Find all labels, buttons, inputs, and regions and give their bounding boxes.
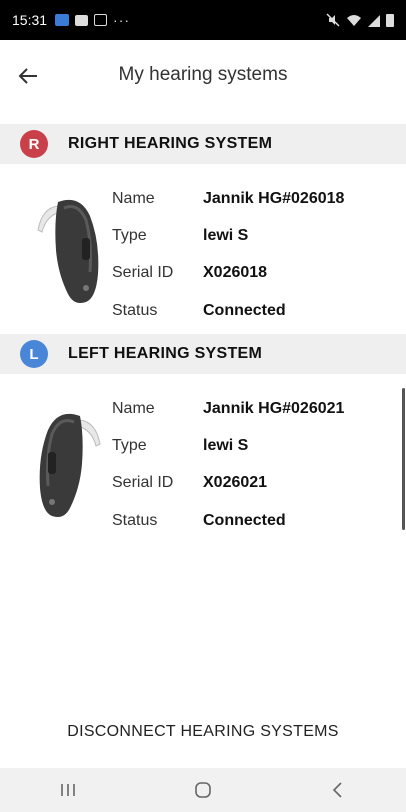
left-system-header: L LEFT HEARING SYSTEM [0,334,406,374]
right-name-label: Name [112,190,155,207]
home-button[interactable] [173,768,233,812]
disconnect-hearing-systems-button[interactable]: DISCONNECT HEARING SYSTEMS [0,712,406,752]
back-nav-button[interactable] [308,768,368,812]
left-serial-label: Serial ID [112,474,174,491]
left-status-row: Status Connected [112,512,402,534]
left-type-value: lewi S [203,437,249,454]
left-system-title: LEFT HEARING SYSTEM [68,345,263,362]
right-type-value: lewi S [203,227,249,244]
right-side-badge: R [20,130,48,158]
right-type-label: Type [112,227,147,244]
left-serial-value: X026021 [203,474,268,491]
left-side-badge: L [20,340,48,368]
app-icon [55,14,70,26]
wifi-icon [347,14,361,26]
mute-icon [326,13,340,27]
right-serial-value: X026018 [203,264,268,281]
status-time: 15:31 [12,12,48,28]
more-dots-icon: ··· [113,12,131,28]
signal-icon [368,14,380,27]
left-status-label: Status [112,512,158,529]
gallery-icon [94,14,108,26]
left-status-value: Connected [203,512,286,529]
left-name-row: Name Jannik HG#026021 [112,400,402,422]
left-type-label: Type [112,437,147,454]
hearing-aid-right-image [37,199,99,303]
right-name-row: Name Jannik HG#026018 [112,190,402,212]
home-icon [195,782,211,798]
right-status-value: Connected [203,302,286,319]
app-bar: My hearing systems [0,40,406,124]
battery-icon [386,13,394,27]
left-serial-row: Serial ID X026021 [112,474,402,496]
left-type-row: Type lewi S [112,437,402,459]
right-system-title: RIGHT HEARING SYSTEM [68,135,273,152]
right-type-row: Type lewi S [112,227,402,249]
right-serial-label: Serial ID [112,264,174,281]
page-title: My hearing systems [118,64,288,85]
left-name-label: Name [112,400,155,417]
right-status-row: Status Connected [112,302,402,324]
right-serial-row: Serial ID X026018 [112,264,402,286]
left-name-value: Jannik HG#026021 [203,400,345,417]
recent-apps-button[interactable] [38,768,98,812]
right-status-label: Status [112,302,158,319]
right-device-card: Name Jannik HG#026018 Type lewi S Serial… [0,164,406,334]
recent-apps-icon [60,784,75,796]
scrollbar[interactable] [402,388,405,530]
hearing-aid-left-image [39,413,101,517]
left-device-card: Name Jannik HG#026021 Type lewi S Serial… [0,374,406,544]
back-nav-icon [333,782,342,798]
right-system-header: R RIGHT HEARING SYSTEM [0,124,406,164]
message-icon [75,14,89,26]
right-name-value: Jannik HG#026018 [203,190,345,207]
status-bar: 15:31 ··· [0,0,406,40]
system-nav-bar [0,768,406,812]
